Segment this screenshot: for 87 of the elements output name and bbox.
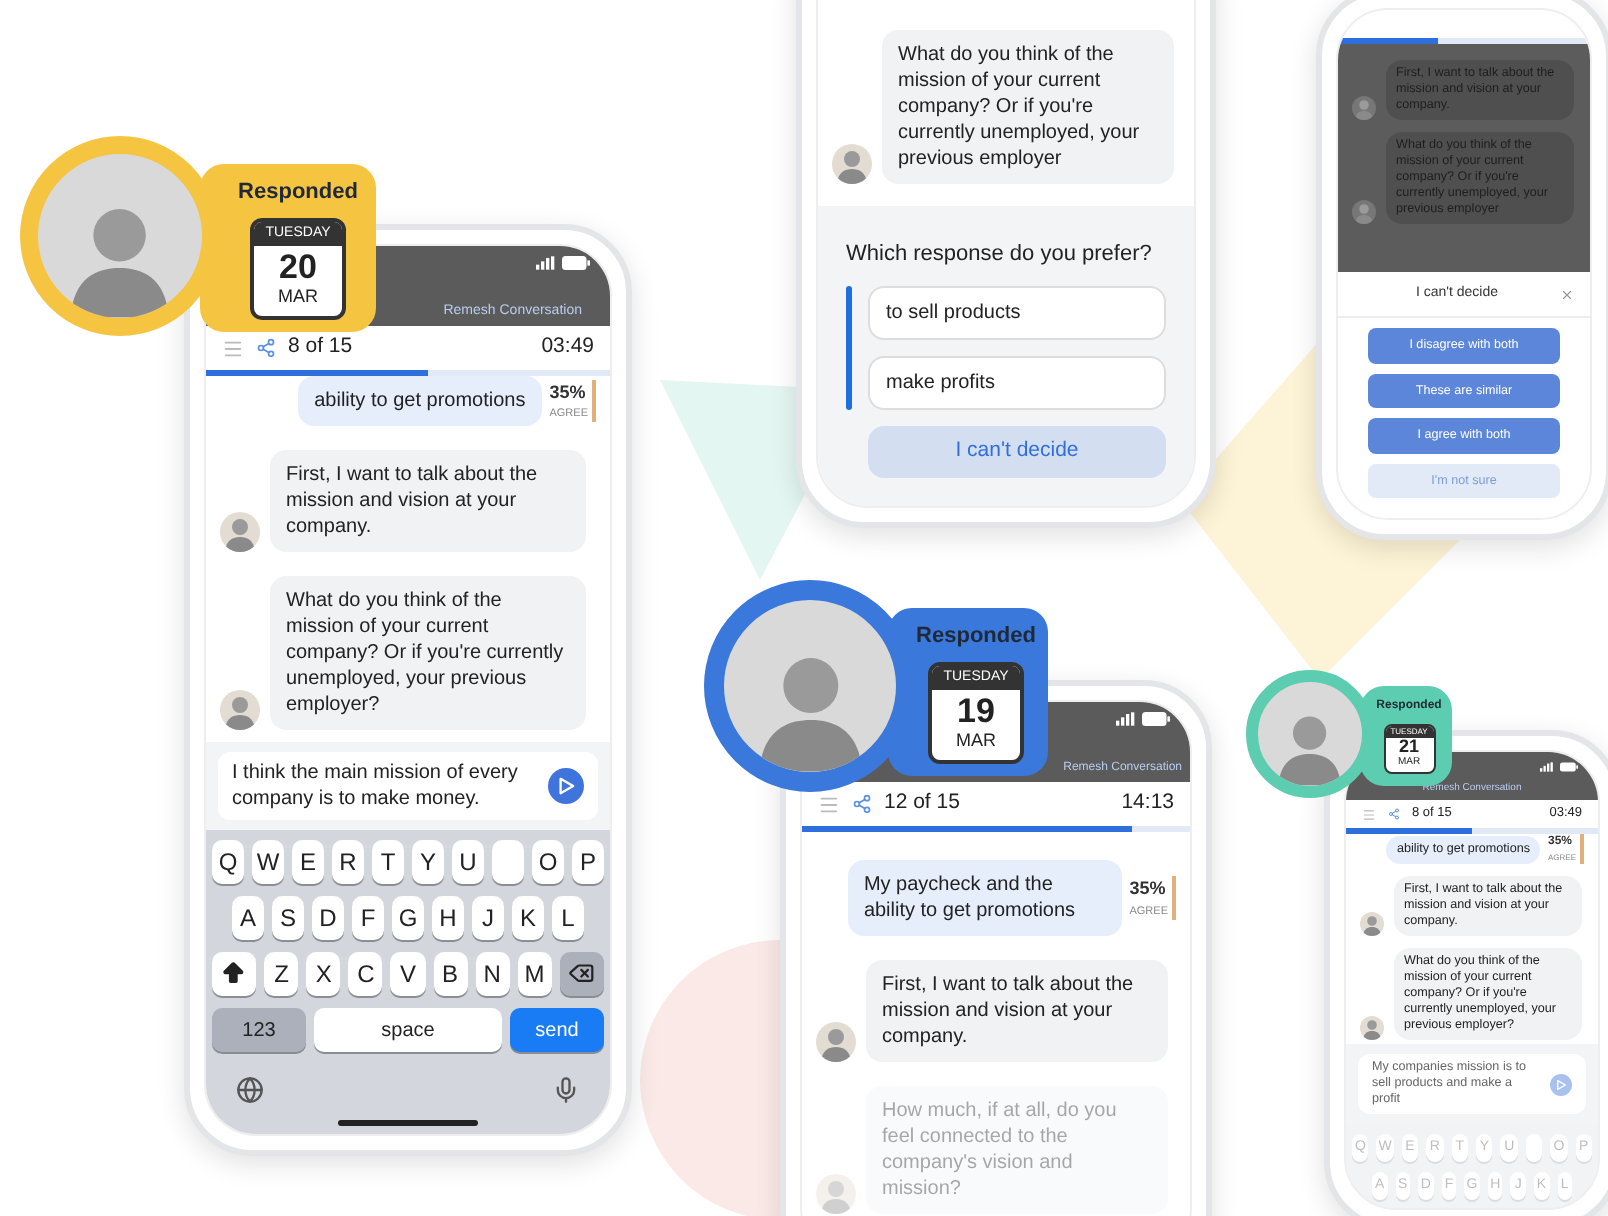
calendar-day: 21 bbox=[1398, 738, 1419, 756]
message-input-text: I think the main mission of every company is to make money. bbox=[232, 760, 520, 812]
share-icon[interactable] bbox=[256, 338, 276, 358]
keyboard-key[interactable]: W bbox=[252, 840, 284, 884]
avatar-icon bbox=[1352, 200, 1376, 224]
calendar-month: MAR bbox=[278, 284, 318, 310]
microphone-icon[interactable] bbox=[552, 1076, 580, 1104]
keyboard-key[interactable]: D bbox=[312, 896, 344, 940]
signal-icon bbox=[1116, 712, 1136, 726]
send-icon[interactable] bbox=[548, 768, 584, 804]
responded-label: Responded bbox=[916, 622, 1036, 652]
backspace-key[interactable] bbox=[559, 952, 604, 996]
backspace-icon bbox=[568, 960, 595, 988]
timer: 03:49 bbox=[541, 332, 594, 363]
user-message-bubble: ability to get promotions bbox=[298, 376, 542, 426]
user-message-bubble: My paycheck and the ability to get promotions bbox=[847, 860, 1122, 936]
calendar-day: 20 bbox=[279, 250, 317, 284]
question-counter: 8 of 15 bbox=[288, 332, 353, 363]
close-icon[interactable] bbox=[1560, 287, 1574, 301]
avatar-icon bbox=[1352, 96, 1376, 120]
home-indicator bbox=[338, 1120, 478, 1126]
keyboard-key[interactable]: C bbox=[348, 952, 383, 996]
keyboard-key[interactable]: A bbox=[232, 896, 264, 940]
shift-key[interactable] bbox=[212, 952, 257, 996]
keyboard-key[interactable]: U bbox=[452, 840, 484, 884]
avatar-icon bbox=[1360, 1016, 1384, 1040]
space-key[interactable]: space bbox=[314, 1008, 502, 1052]
keyboard-key[interactable]: G bbox=[392, 896, 424, 940]
share-icon[interactable] bbox=[1388, 808, 1400, 820]
bot-message-bubble: How much, if at all, do you feel connected to the company's vision and mission? bbox=[866, 1086, 1169, 1214]
keyboard-key[interactable]: P bbox=[572, 840, 604, 884]
keyboard-key[interactable]: H bbox=[432, 896, 464, 940]
bot-message-bubble: First, I want to talk about the mission and vision at your company. bbox=[270, 450, 586, 552]
response-option[interactable]: make profits bbox=[868, 356, 1166, 411]
keyboard-key[interactable]: J bbox=[472, 896, 504, 940]
avatar-icon bbox=[220, 512, 260, 552]
bot-message-bubble: What do you think of the mission of your current company? Or if you're currently unemployed, your previous employer bbox=[882, 30, 1175, 184]
avatar-icon bbox=[816, 1174, 856, 1214]
agree-percent: 35% bbox=[1129, 876, 1168, 903]
avatar-icon bbox=[816, 1022, 856, 1062]
blank-key bbox=[1525, 1134, 1543, 1162]
keyboard-key[interactable]: V bbox=[390, 952, 426, 996]
battery-icon bbox=[562, 256, 590, 270]
keyboard-key[interactable]: F bbox=[352, 896, 384, 940]
keyboard-key[interactable]: M bbox=[517, 952, 552, 996]
bot-message-bubble: What do you think of the mission of your current company? Or if you're currently unemployed, your previous employer? bbox=[270, 576, 586, 730]
cant-decide-button[interactable]: I can't decide bbox=[868, 426, 1166, 478]
send-icon[interactable] bbox=[1550, 1073, 1572, 1095]
keyboard-key[interactable]: R bbox=[332, 840, 364, 884]
avatar-icon bbox=[1360, 912, 1384, 936]
keyboard-key[interactable]: N bbox=[475, 952, 510, 996]
keyboard-key[interactable]: L bbox=[552, 896, 584, 940]
keyboard-key[interactable]: Z bbox=[264, 952, 299, 996]
keyboard-key[interactable]: T bbox=[372, 840, 404, 884]
signal-icon bbox=[536, 256, 556, 270]
message-input-field[interactable]: I think the main mission of every company is to make money. bbox=[218, 752, 598, 820]
menu-icon[interactable] bbox=[222, 337, 244, 359]
keyboard-key[interactable]: B bbox=[433, 952, 468, 996]
keyboard-key[interactable]: X bbox=[306, 952, 341, 996]
keyboard-key[interactable]: S bbox=[272, 896, 304, 940]
battery-icon bbox=[1142, 712, 1170, 726]
keyboard-key[interactable]: O bbox=[532, 840, 564, 884]
numbers-key[interactable]: 123 bbox=[212, 1008, 306, 1052]
agree-percent: 35% bbox=[549, 379, 588, 406]
signal-icon bbox=[1540, 762, 1554, 772]
timer: 14:13 bbox=[1121, 788, 1174, 819]
avatar-icon bbox=[220, 690, 260, 730]
avatar-icon bbox=[832, 144, 872, 184]
bot-message-bubble: First, I want to talk about the mission and vision at your company. bbox=[866, 960, 1169, 1062]
battery-icon bbox=[1560, 762, 1578, 772]
keyboard-key[interactable]: Y bbox=[412, 840, 444, 884]
keyboard-key[interactable]: K bbox=[512, 896, 544, 940]
calendar-day: 19 bbox=[957, 694, 995, 728]
blank-key bbox=[492, 840, 524, 884]
keyboard-key[interactable]: Q bbox=[212, 840, 244, 884]
keyboard-key[interactable]: E bbox=[292, 840, 324, 884]
menu-icon[interactable] bbox=[818, 793, 840, 815]
question-counter: 12 of 15 bbox=[884, 788, 960, 819]
globe-icon[interactable] bbox=[236, 1076, 264, 1104]
prompt-question: Which response do you prefer? bbox=[846, 239, 1154, 270]
calendar-month: MAR bbox=[956, 728, 996, 754]
shift-icon bbox=[220, 960, 248, 988]
selection-bar bbox=[846, 286, 852, 411]
response-option[interactable]: to sell products bbox=[868, 286, 1166, 341]
send-key[interactable]: send bbox=[510, 1008, 604, 1052]
share-icon[interactable] bbox=[852, 794, 872, 814]
responded-label: Responded bbox=[238, 178, 358, 208]
